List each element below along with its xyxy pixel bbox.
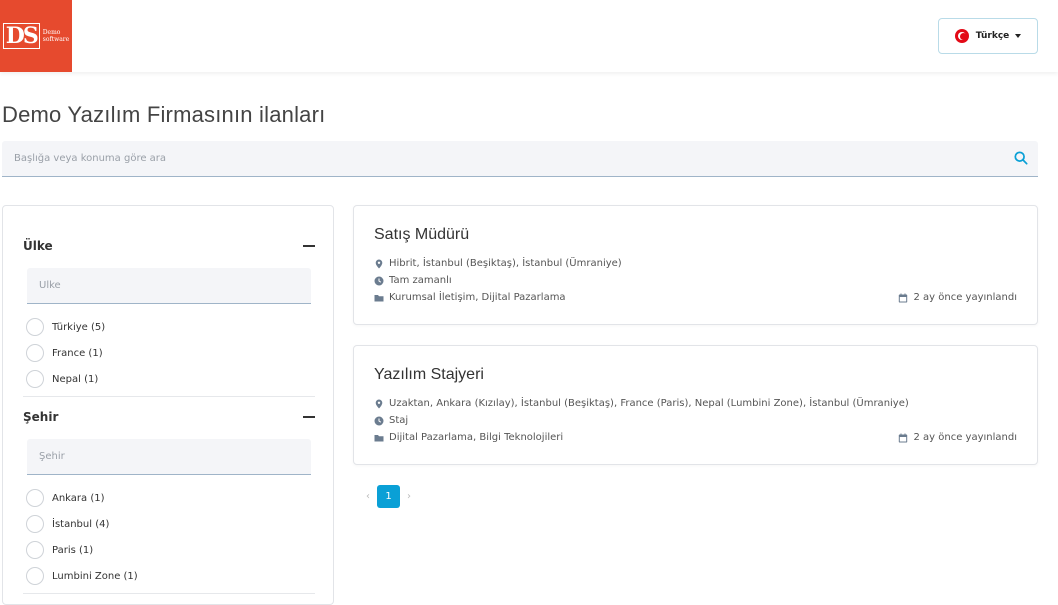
prev-page-button[interactable]: ‹ xyxy=(360,491,376,502)
calendar-icon xyxy=(899,293,908,302)
top-bar: DS Demo software Türkçe xyxy=(0,0,1058,72)
page-title: Demo Yazılım Firmasının ilanları xyxy=(2,102,326,127)
city-option-istanbul[interactable]: İstanbul (4) xyxy=(26,511,315,537)
clock-icon xyxy=(374,276,384,285)
job-location: Hibrit, İstanbul (Beşiktaş), İstanbul (Ü… xyxy=(374,258,622,269)
filter-divider xyxy=(23,396,315,397)
city-option-ankara[interactable]: Ankara (1) xyxy=(26,485,315,511)
radio-button[interactable] xyxy=(26,489,44,507)
option-label: Paris (1) xyxy=(52,544,94,556)
city-option-lumbini[interactable]: Lumbini Zone (1) xyxy=(26,563,315,589)
search-input[interactable] xyxy=(2,141,1038,176)
caret-down-icon xyxy=(1015,34,1022,38)
filter-sidebar: Ülke Türkiye (5) France (1) Nepal (1) Şe… xyxy=(2,205,334,605)
logo-text-line1: Demo xyxy=(42,29,61,36)
radio-button[interactable] xyxy=(26,344,44,362)
job-posted-text: 2 ay önce yayınlandı xyxy=(913,432,1017,443)
city-filter: Şehir Ankara (1) İstanbul (4) Paris (1) … xyxy=(23,407,315,589)
country-option-france[interactable]: France (1) xyxy=(26,340,315,366)
job-location-text: Uzaktan, Ankara (Kızılay), İstanbul (Beş… xyxy=(389,398,909,409)
flag-tr-icon xyxy=(954,29,969,43)
map-marker-icon xyxy=(375,259,383,268)
city-filter-header[interactable]: Şehir xyxy=(23,407,315,427)
collapse-minus-icon[interactable] xyxy=(303,416,315,418)
job-type: Staj xyxy=(374,415,408,426)
job-posted-text: 2 ay önce yayınlandı xyxy=(913,292,1017,303)
option-label: Ankara (1) xyxy=(52,492,105,504)
city-filter-title: Şehir xyxy=(23,410,59,424)
job-departments-text: Dijital Pazarlama, Bilgi Teknolojileri xyxy=(389,432,564,443)
job-location: Uzaktan, Ankara (Kızılay), İstanbul (Beş… xyxy=(374,398,909,409)
job-type: Tam zamanlı xyxy=(374,275,452,286)
search-bar xyxy=(2,141,1038,177)
logo-text-line2: software xyxy=(42,36,70,43)
map-marker-icon xyxy=(375,399,383,408)
language-label: Türkçe xyxy=(975,31,1010,41)
option-label: Türkiye (5) xyxy=(52,321,106,333)
clock-icon xyxy=(374,416,384,425)
job-posted: 2 ay önce yayınlandı xyxy=(898,292,1017,303)
job-card[interactable]: Yazılım Stajyeri Uzaktan, Ankara (Kızıla… xyxy=(353,345,1038,465)
search-icon[interactable] xyxy=(1014,151,1028,165)
logo-mark: DS xyxy=(2,23,40,49)
job-departments-text: Kurumsal İletişim, Dijital Pazarlama xyxy=(389,292,566,303)
country-option-nepal[interactable]: Nepal (1) xyxy=(26,366,315,392)
folder-icon xyxy=(374,294,384,301)
job-title[interactable]: Yazılım Stajyeri xyxy=(374,366,484,384)
job-departments: Kurumsal İletişim, Dijital Pazarlama xyxy=(374,292,566,303)
country-option-turkiye[interactable]: Türkiye (5) xyxy=(26,314,315,340)
pagination: ‹ 1 › xyxy=(360,485,417,508)
job-departments: Dijital Pazarlama, Bilgi Teknolojileri xyxy=(374,432,563,443)
radio-button[interactable] xyxy=(26,370,44,388)
company-logo[interactable]: DS Demo software xyxy=(0,0,72,72)
city-search-field xyxy=(27,439,311,475)
option-label: Nepal (1) xyxy=(52,373,99,385)
job-card[interactable]: Satış Müdürü Hibrit, İstanbul (Beşiktaş)… xyxy=(353,205,1038,325)
job-title[interactable]: Satış Müdürü xyxy=(374,226,469,244)
page-button-current[interactable]: 1 xyxy=(377,485,400,508)
job-posted: 2 ay önce yayınlandı xyxy=(898,432,1017,443)
language-dropdown[interactable]: Türkçe xyxy=(938,18,1038,54)
city-option-paris[interactable]: Paris (1) xyxy=(26,537,315,563)
country-filter-header[interactable]: Ülke xyxy=(23,236,315,256)
folder-icon xyxy=(374,434,384,441)
option-label: France (1) xyxy=(52,347,103,359)
job-location-text: Hibrit, İstanbul (Beşiktaş), İstanbul (Ü… xyxy=(389,258,622,269)
job-type-text: Tam zamanlı xyxy=(389,275,452,286)
radio-button[interactable] xyxy=(26,318,44,336)
country-search-field xyxy=(27,268,311,304)
city-search-input[interactable] xyxy=(27,439,311,474)
collapse-minus-icon[interactable] xyxy=(303,245,315,247)
option-label: İstanbul (4) xyxy=(52,518,110,530)
radio-button[interactable] xyxy=(26,541,44,559)
radio-button[interactable] xyxy=(26,567,44,585)
country-filter: Ülke Türkiye (5) France (1) Nepal (1) xyxy=(23,236,315,392)
logo-text: Demo software xyxy=(43,29,69,43)
filter-divider xyxy=(23,593,315,594)
job-type-text: Staj xyxy=(389,415,409,426)
radio-button[interactable] xyxy=(26,515,44,533)
option-label: Lumbini Zone (1) xyxy=(52,570,138,582)
calendar-icon xyxy=(899,433,908,442)
next-page-button[interactable]: › xyxy=(401,491,417,502)
country-filter-title: Ülke xyxy=(23,239,53,253)
country-search-input[interactable] xyxy=(27,268,311,303)
